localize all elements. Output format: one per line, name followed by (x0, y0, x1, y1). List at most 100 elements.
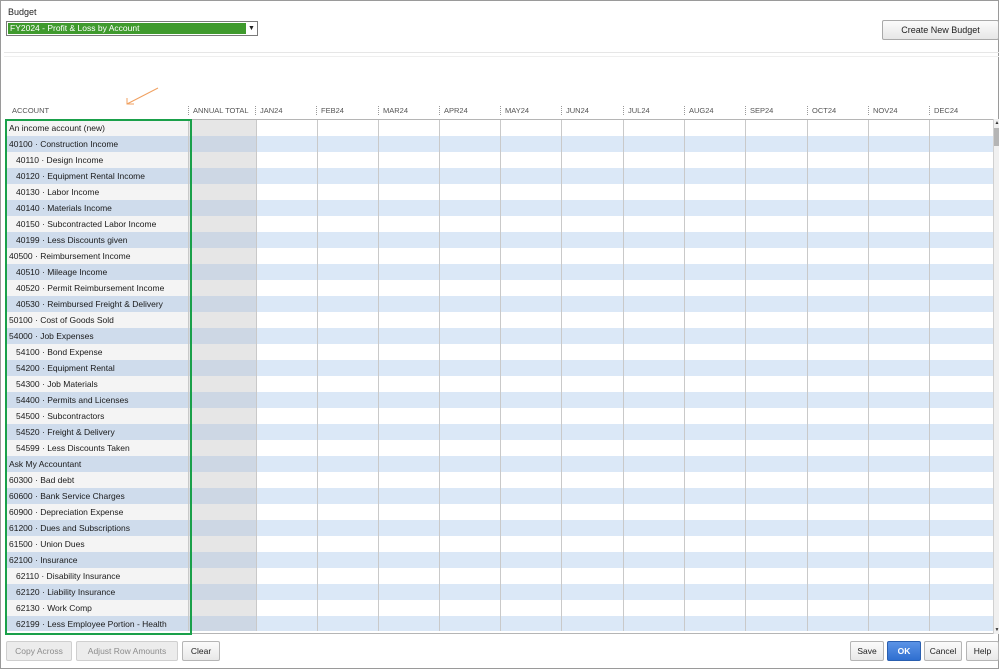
header-separator[interactable] (188, 106, 189, 115)
header-separator[interactable] (439, 106, 440, 115)
table-row[interactable]: 40150 · Subcontracted Labor Income (5, 216, 993, 232)
account-cell[interactable]: 54000 · Job Expenses (5, 328, 188, 344)
account-cell[interactable]: 40510 · Mileage Income (5, 264, 188, 280)
header-separator[interactable] (500, 106, 501, 115)
table-row[interactable]: Ask My Accountant (5, 456, 993, 472)
table-row[interactable]: 40110 · Design Income (5, 152, 993, 168)
account-cell[interactable]: 40199 · Less Discounts given (5, 232, 188, 248)
table-row[interactable]: 60600 · Bank Service Charges (5, 488, 993, 504)
help-button[interactable]: Help (966, 641, 999, 661)
table-row[interactable]: 61500 · Union Dues (5, 536, 993, 552)
table-row[interactable]: 54500 · Subcontractors (5, 408, 993, 424)
header-nov24: NOV24 (873, 106, 898, 115)
table-row[interactable]: 40140 · Materials Income (5, 200, 993, 216)
copy-across-button[interactable]: Copy Across (6, 641, 72, 661)
account-cell[interactable]: 60300 · Bad debt (5, 472, 188, 488)
table-row[interactable]: 62100 · Insurance (5, 552, 993, 568)
annual-total-cell (188, 424, 256, 440)
header-separator[interactable] (868, 106, 869, 115)
scroll-up-icon[interactable]: ▲ (994, 119, 999, 127)
account-cell[interactable]: 62130 · Work Comp (5, 600, 188, 616)
budget-grid[interactable]: An income account (new) 40100 · Construct… (5, 119, 993, 631)
header-separator[interactable] (807, 106, 808, 115)
header-separator[interactable] (745, 106, 746, 115)
account-cell[interactable]: 40140 · Materials Income (5, 200, 188, 216)
table-row[interactable]: 62110 · Disability Insurance (5, 568, 993, 584)
account-cell[interactable]: 61200 · Dues and Subscriptions (5, 520, 188, 536)
header-separator[interactable] (623, 106, 624, 115)
table-row[interactable]: 40500 · Reimbursement Income (5, 248, 993, 264)
table-row[interactable]: 40510 · Mileage Income (5, 264, 993, 280)
table-row[interactable]: 54520 · Freight & Delivery (5, 424, 993, 440)
table-row[interactable]: 60300 · Bad debt (5, 472, 993, 488)
account-cell[interactable]: 62120 · Liability Insurance (5, 584, 188, 600)
account-cell[interactable]: 40130 · Labor Income (5, 184, 188, 200)
header-separator[interactable] (929, 106, 930, 115)
table-row[interactable]: 40130 · Labor Income (5, 184, 993, 200)
account-cell[interactable]: 54200 · Equipment Rental (5, 360, 188, 376)
table-row[interactable]: 40530 · Reimbursed Freight & Delivery (5, 296, 993, 312)
clear-button[interactable]: Clear (182, 641, 220, 661)
adjust-row-amounts-button[interactable]: Adjust Row Amounts (76, 641, 178, 661)
account-cell[interactable]: 54400 · Permits and Licenses (5, 392, 188, 408)
account-cell[interactable]: 62110 · Disability Insurance (5, 568, 188, 584)
table-row[interactable]: 40120 · Equipment Rental Income (5, 168, 993, 184)
table-row[interactable]: 54100 · Bond Expense (5, 344, 993, 360)
table-row[interactable]: 61200 · Dues and Subscriptions (5, 520, 993, 536)
table-row[interactable]: 54000 · Job Expenses (5, 328, 993, 344)
table-row[interactable]: 54599 · Less Discounts Taken (5, 440, 993, 456)
account-cell[interactable]: 60900 · Depreciation Expense (5, 504, 188, 520)
vertical-scrollbar[interactable]: ▲ ▼ (993, 119, 999, 634)
ok-button[interactable]: OK (887, 641, 921, 661)
account-cell[interactable]: 40120 · Equipment Rental Income (5, 168, 188, 184)
account-cell[interactable]: 54520 · Freight & Delivery (5, 424, 188, 440)
header-separator[interactable] (378, 106, 379, 115)
table-row[interactable]: 62130 · Work Comp (5, 600, 993, 616)
table-row[interactable]: 62120 · Liability Insurance (5, 584, 993, 600)
table-row[interactable]: 60900 · Depreciation Expense (5, 504, 993, 520)
header-separator[interactable] (684, 106, 685, 115)
account-cell[interactable]: An income account (new) (5, 120, 188, 136)
account-cell[interactable]: 50100 · Cost of Goods Sold (5, 312, 188, 328)
account-cell[interactable]: 62199 · Less Employee Portion - Health (5, 616, 188, 631)
cancel-button[interactable]: Cancel (924, 641, 962, 661)
table-row[interactable]: 50100 · Cost of Goods Sold (5, 312, 993, 328)
header-separator[interactable] (255, 106, 256, 115)
account-cell[interactable]: 60600 · Bank Service Charges (5, 488, 188, 504)
header-separator[interactable] (561, 106, 562, 115)
account-cell[interactable]: 40530 · Reimbursed Freight & Delivery (5, 296, 188, 312)
table-row[interactable]: 40520 · Permit Reimbursement Income (5, 280, 993, 296)
table-row[interactable]: 54200 · Equipment Rental (5, 360, 993, 376)
account-cell[interactable]: Ask My Accountant (5, 456, 188, 472)
account-cell[interactable]: 40150 · Subcontracted Labor Income (5, 216, 188, 232)
table-row[interactable]: 40199 · Less Discounts given (5, 232, 993, 248)
table-row[interactable]: An income account (new) (5, 120, 993, 136)
account-cell[interactable]: 54300 · Job Materials (5, 376, 188, 392)
divider (5, 633, 993, 634)
account-cell[interactable]: 54500 · Subcontractors (5, 408, 188, 424)
account-cell[interactable]: 40100 · Construction Income (5, 136, 188, 152)
header-separator[interactable] (316, 106, 317, 115)
save-button[interactable]: Save (850, 641, 884, 661)
annual-total-cell (188, 536, 256, 552)
account-cell[interactable]: 54100 · Bond Expense (5, 344, 188, 360)
scroll-thumb[interactable] (994, 128, 999, 146)
header-jul24: JUL24 (628, 106, 650, 115)
account-cell[interactable]: 62100 · Insurance (5, 552, 188, 568)
annual-total-cell (188, 168, 256, 184)
budget-selected-value[interactable]: FY2024 - Profit & Loss by Account (8, 23, 246, 34)
table-row[interactable]: 54300 · Job Materials (5, 376, 993, 392)
account-cell[interactable]: 61500 · Union Dues (5, 536, 188, 552)
scroll-down-icon[interactable]: ▼ (994, 626, 999, 634)
account-cell[interactable]: 40110 · Design Income (5, 152, 188, 168)
table-row[interactable]: 40100 · Construction Income (5, 136, 993, 152)
table-row[interactable]: 62199 · Less Employee Portion - Health (5, 616, 993, 631)
header-dec24: DEC24 (934, 106, 959, 115)
budget-dropdown[interactable]: FY2024 - Profit & Loss by Account ▼ (6, 21, 258, 36)
account-cell[interactable]: 54599 · Less Discounts Taken (5, 440, 188, 456)
create-new-budget-button[interactable]: Create New Budget (882, 20, 999, 40)
account-cell[interactable]: 40500 · Reimbursement Income (5, 248, 188, 264)
table-row[interactable]: 54400 · Permits and Licenses (5, 392, 993, 408)
account-cell[interactable]: 40520 · Permit Reimbursement Income (5, 280, 188, 296)
chevron-down-icon[interactable]: ▼ (246, 22, 257, 35)
